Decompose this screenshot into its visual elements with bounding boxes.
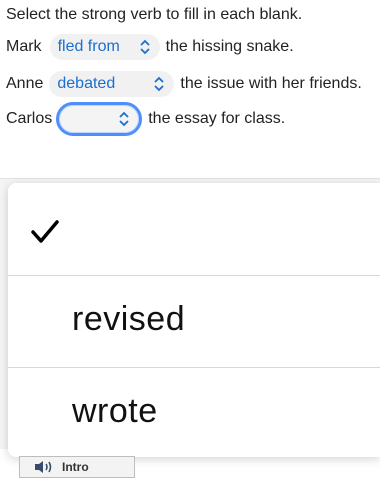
verb-dropdown-menu: revised wrote (8, 183, 380, 457)
instruction-text: Select the strong verb to fill in each b… (6, 6, 303, 23)
verb-select-1-value: fled from (57, 38, 120, 55)
sentence-1-rest: the hissing snake. (165, 38, 294, 55)
verb-select-2-value: debated (57, 75, 116, 92)
sentence-1: Mark fled from the hissing snake. (6, 32, 294, 62)
dropdown-option-label: wrote (72, 392, 158, 430)
sentence-3-subject: Carlos (6, 110, 53, 127)
sentence-3-rest: the essay for class. (148, 110, 286, 127)
dropdown-option-blank[interactable] (8, 183, 380, 275)
dropdown-option-revised[interactable]: revised (8, 275, 380, 367)
checkmark-icon (30, 219, 60, 245)
verb-select-1[interactable]: fled from (49, 34, 160, 60)
intro-button[interactable]: Intro (19, 456, 135, 478)
chevron-updown-icon (152, 75, 166, 93)
intro-button-label: Intro (62, 460, 89, 474)
dropdown-option-wrote[interactable]: wrote (8, 367, 380, 457)
sentence-2-rest: the issue with her friends. (180, 75, 362, 92)
verb-select-2[interactable]: debated (49, 71, 175, 97)
sentence-2-subject: Anne (6, 75, 44, 92)
chevron-updown-icon (138, 38, 152, 56)
sentence-2: Anne debated the issue with her friends. (6, 69, 362, 99)
chevron-updown-icon (117, 110, 131, 128)
dropdown-option-label: revised (72, 300, 186, 338)
sentence-1-subject: Mark (6, 38, 42, 55)
speaker-icon (34, 460, 54, 474)
verb-select-3[interactable] (56, 102, 143, 136)
sentence-3: Carlos the essay for class. (6, 102, 286, 136)
